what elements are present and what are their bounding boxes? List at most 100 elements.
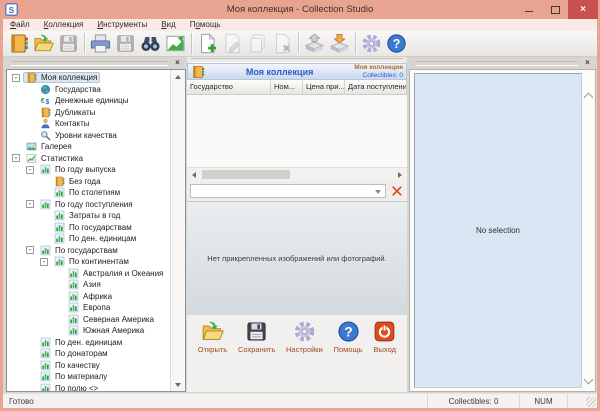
import-button[interactable] xyxy=(327,32,352,56)
barchart-icon xyxy=(68,325,80,336)
tree-item[interactable]: По государствам xyxy=(7,222,170,234)
menu-item[interactable]: Коллекция xyxy=(37,19,91,31)
tree-item[interactable]: Контакты xyxy=(7,118,170,130)
tree-item[interactable]: -Моя коллекция xyxy=(7,72,170,84)
tree-item[interactable]: Затраты в год xyxy=(7,210,170,222)
tree-item[interactable]: Южная Америка xyxy=(7,325,170,337)
tree-item[interactable]: По донаторам xyxy=(7,348,170,360)
gear-icon xyxy=(293,320,316,343)
menu-item[interactable]: Вид xyxy=(154,19,182,31)
tree-scrollbar[interactable] xyxy=(170,70,185,391)
scroll-down-icon[interactable] xyxy=(171,378,185,391)
image-combobox[interactable] xyxy=(190,184,386,198)
tree-item[interactable]: -По году поступления xyxy=(7,199,170,211)
tree-panel-header: × xyxy=(4,57,186,69)
tree-item[interactable]: Азия xyxy=(7,279,170,291)
tree-item[interactable]: -По государствам xyxy=(7,245,170,257)
maximize-button[interactable] xyxy=(542,0,568,19)
barchart-icon xyxy=(40,164,52,175)
collapse-icon[interactable]: - xyxy=(12,74,20,82)
menu-item[interactable]: Помощь xyxy=(183,19,228,31)
tree-item[interactable]: По ден. единицам xyxy=(7,337,170,349)
scroll-right-icon[interactable] xyxy=(395,172,405,178)
search-button[interactable] xyxy=(138,32,163,56)
column-header[interactable]: Ном... xyxy=(271,80,303,94)
tree-item[interactable]: Государства xyxy=(7,84,170,96)
chevron-up-icon[interactable] xyxy=(584,93,594,103)
button-label: Сохранить xyxy=(238,345,275,354)
resize-grip[interactable] xyxy=(586,397,596,407)
collapse-icon[interactable]: - xyxy=(26,246,34,254)
close-button[interactable]: × xyxy=(568,0,598,19)
book-icon xyxy=(8,33,29,54)
tree-item[interactable]: Европа xyxy=(7,302,170,314)
export-button[interactable] xyxy=(302,32,327,56)
tree-item[interactable]: €$Денежные единицы xyxy=(7,95,170,107)
collection-button[interactable] xyxy=(6,32,31,56)
scroll-left-icon[interactable] xyxy=(189,172,199,178)
tree-item[interactable]: По ден. единицам xyxy=(7,233,170,245)
barchart-icon xyxy=(68,291,80,302)
tree-item[interactable]: По качеству xyxy=(7,360,170,372)
tree-item-label: Дубликаты xyxy=(55,108,95,117)
statistics-button[interactable] xyxy=(163,32,188,56)
column-header[interactable]: Дата поступлени xyxy=(345,80,407,94)
help-button[interactable]: ? Помощь xyxy=(334,320,363,354)
scroll-thumb[interactable] xyxy=(202,170,290,179)
tree-item[interactable]: -По континентам xyxy=(7,256,170,268)
scroll-up-icon[interactable] xyxy=(171,70,185,83)
open-button[interactable]: Открыть xyxy=(198,320,227,354)
menu-item[interactable]: Файл xyxy=(3,19,37,31)
minimize-button[interactable] xyxy=(516,0,542,19)
horizontal-scrollbar[interactable] xyxy=(187,167,407,181)
box-down-icon xyxy=(329,33,350,54)
tree-item[interactable]: Галерея xyxy=(7,141,170,153)
button-label: Помощь xyxy=(334,345,363,354)
print-button[interactable] xyxy=(88,32,113,56)
tree-item-label: Государства xyxy=(55,85,101,94)
chevron-down-icon[interactable] xyxy=(584,375,594,385)
settings-button[interactable] xyxy=(359,32,384,56)
tree-item[interactable]: Уровни качества xyxy=(7,130,170,142)
panel-grip[interactable] xyxy=(11,61,168,66)
collapse-icon[interactable]: - xyxy=(12,154,20,162)
menu-item[interactable]: Инструменты xyxy=(90,19,154,31)
save-button[interactable]: Сохранить xyxy=(238,320,275,354)
tree-item[interactable]: -По году выпуска xyxy=(7,164,170,176)
table-body[interactable] xyxy=(187,95,407,167)
save-icon xyxy=(115,33,136,54)
tree-item[interactable]: По столетиям xyxy=(7,187,170,199)
column-header[interactable]: Государство xyxy=(187,80,271,94)
tree-item-label: По полю <> xyxy=(55,384,98,391)
collection-panel: Моя коллекция Моя коллекция Collectibles… xyxy=(187,57,407,392)
currency-icon: €$ xyxy=(40,95,52,106)
help-button[interactable]: ? xyxy=(384,32,409,56)
panel-grip[interactable] xyxy=(416,61,578,66)
add-record-button[interactable] xyxy=(195,32,220,56)
tree-item[interactable]: Африка xyxy=(7,291,170,303)
help-icon: ? xyxy=(337,320,360,343)
tree-item-label: По столетиям xyxy=(69,188,120,197)
tree-item[interactable]: -Статистика xyxy=(7,153,170,165)
scroll-track[interactable] xyxy=(171,83,185,378)
tree-item[interactable]: По материалу xyxy=(7,371,170,383)
collection-title: Моя коллекция xyxy=(205,67,354,77)
column-header[interactable]: Цена при... xyxy=(303,80,345,94)
tree-panel-close-icon[interactable]: × xyxy=(172,58,183,68)
tree-item[interactable]: Дубликаты xyxy=(7,107,170,119)
details-panel-close-icon[interactable]: × xyxy=(582,58,593,68)
tree-item[interactable]: Без года xyxy=(7,176,170,188)
tree-item[interactable]: По полю <> xyxy=(7,383,170,392)
tree-item[interactable]: Австралия и Океания xyxy=(7,268,170,280)
exit-button[interactable]: Выход xyxy=(373,320,396,354)
page-delete-icon xyxy=(272,33,293,54)
tree-item[interactable]: Северная Америка xyxy=(7,314,170,326)
open-collection-button[interactable] xyxy=(31,32,56,56)
panel-grip[interactable] xyxy=(191,58,403,63)
collapse-icon[interactable]: - xyxy=(40,258,48,266)
collapse-icon[interactable]: - xyxy=(26,166,34,174)
book-icon xyxy=(191,65,205,79)
settings-button[interactable]: Настройки xyxy=(286,320,323,354)
collapse-icon[interactable]: - xyxy=(26,200,34,208)
remove-image-icon[interactable] xyxy=(390,184,404,198)
